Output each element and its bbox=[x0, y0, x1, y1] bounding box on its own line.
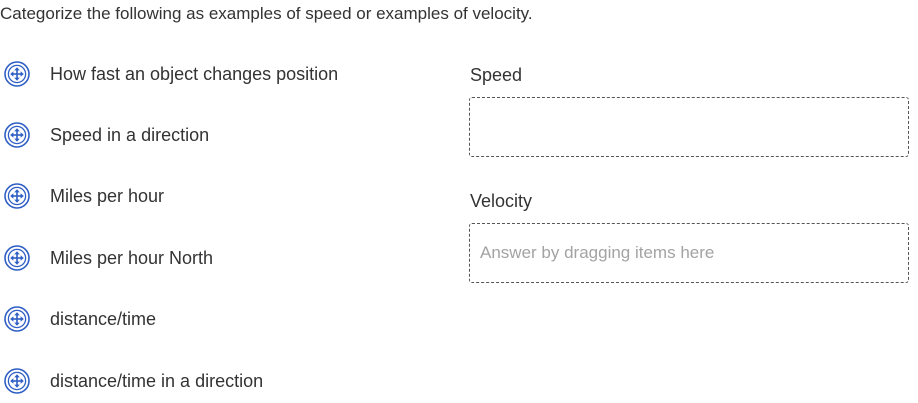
draggable-item[interactable]: Speed in a direction bbox=[0, 115, 209, 155]
draggable-item[interactable]: How fast an object changes position bbox=[0, 54, 338, 94]
move-drag-icon[interactable] bbox=[3, 367, 31, 395]
move-drag-icon[interactable] bbox=[3, 244, 31, 272]
category-label-velocity: Velocity bbox=[470, 191, 533, 211]
move-drag-icon[interactable] bbox=[3, 121, 31, 149]
item-label: Miles per hour bbox=[50, 186, 165, 206]
move-drag-icon[interactable] bbox=[3, 305, 31, 333]
item-label: Miles per hour North bbox=[50, 248, 214, 268]
category-label-speed: Speed bbox=[470, 65, 523, 85]
draggable-item[interactable]: distance/time bbox=[0, 299, 156, 339]
item-label: distance/time in a direction bbox=[50, 371, 264, 391]
velocity-dropzone[interactable]: Answer by dragging items here bbox=[469, 223, 909, 283]
item-label: Speed in a direction bbox=[50, 125, 210, 145]
item-label: distance/time bbox=[50, 309, 157, 329]
draggable-item[interactable]: Miles per hour bbox=[0, 176, 164, 216]
question-prompt: Categorize the following as examples of … bbox=[0, 4, 533, 23]
draggable-item[interactable]: distance/time in a direction bbox=[0, 361, 263, 401]
item-label: How fast an object changes position bbox=[50, 64, 339, 84]
draggable-item[interactable]: Miles per hour North bbox=[0, 238, 213, 278]
move-drag-icon[interactable] bbox=[3, 60, 31, 88]
categorize-question: Categorize the following as examples of … bbox=[0, 0, 918, 403]
speed-dropzone[interactable] bbox=[469, 97, 909, 157]
dropzone-placeholder: Answer by dragging items here bbox=[480, 243, 715, 262]
move-drag-icon[interactable] bbox=[3, 182, 31, 210]
